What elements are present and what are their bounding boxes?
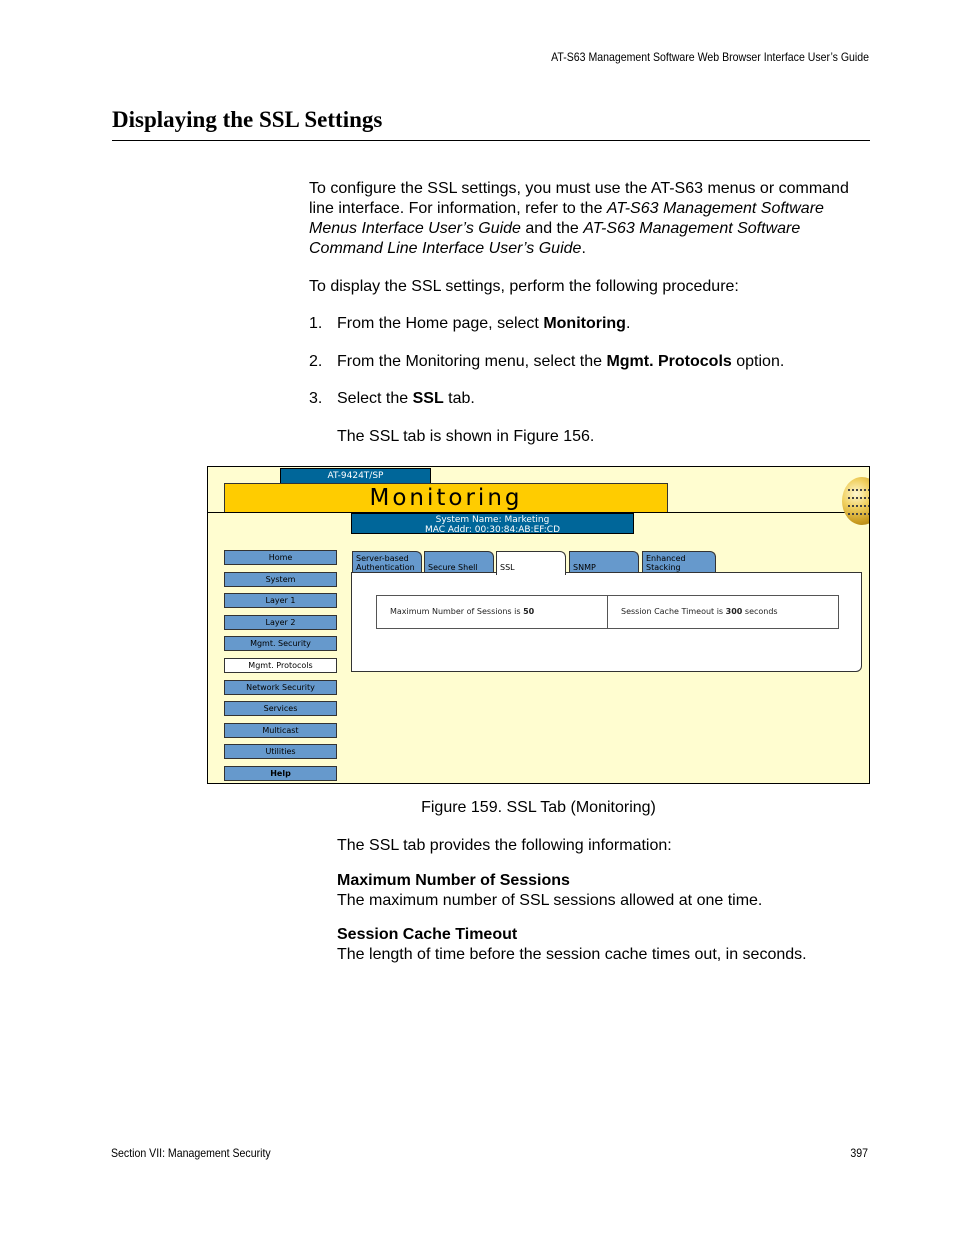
running-header: AT-S63 Management Software Web Browser I… xyxy=(551,50,869,64)
page-number: 397 xyxy=(850,1146,868,1160)
nav-services[interactable]: Services xyxy=(224,701,337,717)
intro-text-2: and the xyxy=(520,220,584,237)
tab-snmp[interactable]: SNMP xyxy=(569,551,639,573)
max-sessions-cell: Maximum Number of Sessions is 50 xyxy=(377,596,607,628)
monitoring-nav: Home System Layer 1 Layer 2 Mgmt. Securi… xyxy=(224,550,337,783)
system-info-bar: System Name: Marketing MAC Addr: 00:30:8… xyxy=(351,513,634,535)
tab-ssl[interactable]: SSL xyxy=(496,551,566,575)
max-sessions-label: Maximum Number of Sessions is xyxy=(390,607,524,616)
procedure-intro: To display the SSL settings, perform the… xyxy=(309,278,739,295)
max-sessions-value: 50 xyxy=(523,607,535,616)
tab-server-based-authentication[interactable]: Server-based Authentication xyxy=(352,551,422,573)
tab-label-line2: Stacking xyxy=(646,563,681,572)
globe-band xyxy=(848,513,869,517)
nav-network-security[interactable]: Network Security xyxy=(224,679,337,695)
intro-text-3: . xyxy=(581,240,586,257)
nav-mgmt-security[interactable]: Mgmt. Security xyxy=(224,636,337,652)
globe-band xyxy=(848,497,869,501)
system-name: System Name: Marketing xyxy=(435,515,550,525)
step-bold: SSL xyxy=(412,390,444,407)
ssl-tab-screenshot: AT-9424T/SP Monitoring System Name: Mark… xyxy=(207,466,870,784)
ssl-info-table: Maximum Number of Sessions is 50 Session… xyxy=(376,595,839,629)
nav-utilities[interactable]: Utilities xyxy=(224,744,337,760)
nav-multicast[interactable]: Multicast xyxy=(224,722,337,738)
nav-layer-1[interactable]: Layer 1 xyxy=(224,593,337,609)
step-text: From the Monitoring menu, select the xyxy=(337,353,607,370)
footer-section: Section VII: Management Security xyxy=(111,1146,271,1160)
step-bold: Mgmt. Protocols xyxy=(606,353,732,370)
definition-term: Maximum Number of Sessions xyxy=(337,872,570,889)
intro-paragraph: To configure the SSL settings, you must … xyxy=(309,179,874,259)
title-rule xyxy=(112,140,870,141)
step-bold: Monitoring xyxy=(543,315,626,332)
cache-timeout-cell: Session Cache Timeout is 300 seconds xyxy=(607,596,838,628)
tab-enhanced-stacking[interactable]: Enhanced Stacking xyxy=(642,551,716,573)
procedure-step: 2. From the Monitoring menu, select the M… xyxy=(309,352,784,372)
definition-description: The length of time before the session ca… xyxy=(337,946,807,963)
procedure-step: 3. Select the SSL tab. xyxy=(309,389,475,409)
section-title: Displaying the SSL Settings xyxy=(112,107,383,132)
definition-cache-timeout: Session Cache Timeout The length of time… xyxy=(337,925,807,965)
nav-home[interactable]: Home xyxy=(224,550,337,565)
nav-help[interactable]: Help xyxy=(224,765,337,781)
cache-timeout-label: Session Cache Timeout is xyxy=(621,607,726,616)
definition-description: The maximum number of SSL sessions allow… xyxy=(337,892,763,909)
step-text-end: option. xyxy=(731,353,785,370)
globe-band xyxy=(848,489,869,493)
cache-timeout-value: 300 xyxy=(725,607,743,616)
globe-band xyxy=(848,505,869,509)
mac-address: MAC Addr: 00:30:84:AB:EF:CD xyxy=(425,525,560,535)
protocol-tabs: Server-based Authentication Secure Shell… xyxy=(352,551,722,575)
provides-intro: The SSL tab provides the following infor… xyxy=(337,837,672,854)
step-number: 3. xyxy=(309,390,323,407)
tab-secure-shell[interactable]: Secure Shell xyxy=(424,551,494,573)
step-text: Select the xyxy=(337,390,413,407)
cache-timeout-unit: seconds xyxy=(742,607,778,616)
procedure-step: 1. From the Home page, select Monitoring. xyxy=(309,314,630,334)
step-note: The SSL tab is shown in Figure 156. xyxy=(337,428,595,445)
figure-caption: Figure 159. SSL Tab (Monitoring) xyxy=(421,799,656,816)
step-number: 1. xyxy=(309,315,323,332)
nav-layer-2[interactable]: Layer 2 xyxy=(224,614,337,630)
tab-label-line2: Authentication xyxy=(356,563,415,572)
definition-max-sessions: Maximum Number of Sessions The maximum n… xyxy=(337,871,762,911)
tab-label-line1: Enhanced xyxy=(646,554,686,563)
step-number: 2. xyxy=(309,353,323,370)
monitoring-banner: Monitoring xyxy=(224,483,668,513)
nav-mgmt-protocols[interactable]: Mgmt. Protocols xyxy=(224,657,337,673)
tab-label-line1: Server-based xyxy=(356,554,409,563)
nav-system[interactable]: System xyxy=(224,571,337,587)
step-text-end: . xyxy=(625,315,631,332)
globe-icon xyxy=(842,477,869,525)
definition-term: Session Cache Timeout xyxy=(337,926,518,943)
ssl-panel: Maximum Number of Sessions is 50 Session… xyxy=(351,572,862,672)
step-text-end: tab. xyxy=(443,390,475,407)
step-text: From the Home page, select xyxy=(337,315,544,332)
